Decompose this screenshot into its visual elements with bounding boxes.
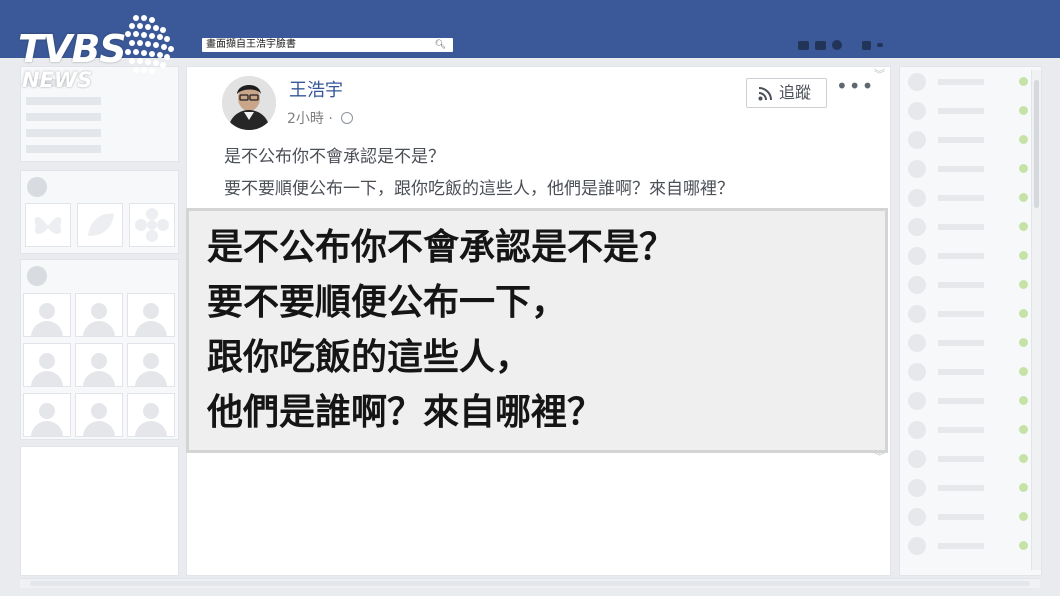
friend-thumbnail[interactable] (23, 393, 71, 437)
photo-thumbnail[interactable] (25, 203, 71, 247)
author-avatar[interactable] (222, 76, 276, 130)
post-time[interactable]: 2小時 (287, 111, 324, 127)
online-status-icon (1019, 251, 1028, 260)
online-status-icon (1019, 367, 1028, 376)
rss-icon (758, 87, 772, 101)
online-status-icon (1019, 512, 1028, 521)
chat-contact[interactable] (908, 187, 1028, 209)
chat-contact[interactable] (908, 361, 1028, 383)
follow-label: 追蹤 (779, 83, 812, 102)
post-meta: 2小時 · (287, 109, 354, 129)
logo-tvbs-text: TVBS (18, 27, 127, 71)
globe-icon (341, 112, 354, 124)
friend-thumbnail[interactable] (23, 343, 71, 387)
meta-dot: · (328, 111, 333, 127)
online-status-icon (1019, 106, 1028, 115)
friends-icon (27, 266, 47, 286)
online-status-icon (1019, 280, 1028, 289)
chat-contact[interactable] (908, 245, 1028, 267)
online-status-icon (1019, 222, 1028, 231)
chevron-down-icon[interactable] (877, 43, 883, 47)
friend-thumbnail[interactable] (75, 343, 123, 387)
logo-news-text: NEWS (22, 68, 93, 92)
chat-contact[interactable] (908, 303, 1028, 325)
chat-contact[interactable] (908, 477, 1028, 499)
online-status-icon (1019, 425, 1028, 434)
online-status-icon (1019, 193, 1028, 202)
online-status-icon (1019, 309, 1028, 318)
account-menu-icon[interactable] (862, 40, 871, 50)
online-status-icon (1019, 454, 1028, 463)
photo-thumbnail[interactable] (129, 203, 175, 247)
friend-thumbnail[interactable] (75, 393, 123, 437)
photo-thumbnail[interactable] (77, 203, 123, 247)
chat-contact[interactable] (908, 274, 1028, 296)
messages-icon[interactable] (815, 40, 826, 50)
search-icon[interactable]: 🔍︎ (435, 39, 446, 51)
online-status-icon (1019, 164, 1028, 173)
horizontal-scrollbar[interactable] (20, 578, 1040, 588)
online-status-icon (1019, 338, 1028, 347)
search-caption: 畫面擷自王浩宇臉書 (206, 39, 296, 50)
friend-thumbnail[interactable] (127, 343, 175, 387)
quote-line-3: 跟你吃飯的這些人， (207, 337, 532, 378)
notifications-icon[interactable] (832, 40, 842, 50)
follow-button[interactable]: 追蹤 (746, 78, 827, 108)
top-nav-icons (798, 38, 883, 52)
quote-callout: 是不公布你不會承認是不是？ 要不要順便公布一下， 跟你吃飯的這些人， 他們是誰啊… (186, 208, 888, 453)
blank-panel (20, 446, 179, 576)
chat-contact[interactable] (908, 419, 1028, 441)
online-status-icon (1019, 483, 1028, 492)
chevron-down-icon: ︾ (874, 68, 885, 81)
online-status-icon (1019, 77, 1028, 86)
friend-thumbnail[interactable] (127, 393, 175, 437)
chat-sidebar (899, 66, 1042, 576)
friends-panel (20, 259, 179, 440)
chat-contact[interactable] (908, 535, 1028, 557)
chat-contact[interactable] (908, 100, 1028, 122)
post-text-line-1: 是不公布你不會承認是不是？ (224, 147, 445, 167)
friend-thumbnail[interactable] (127, 293, 175, 337)
quote-line-1: 是不公布你不會承認是不是？ (207, 227, 676, 268)
post-text-line-2: 要不要順便公布一下，跟你吃飯的這些人，他們是誰啊？來自哪裡？ (224, 179, 734, 199)
chat-contact[interactable] (908, 390, 1028, 412)
friend-thumbnail[interactable] (23, 293, 71, 337)
chat-contact[interactable] (908, 158, 1028, 180)
friends-icon[interactable] (798, 40, 809, 50)
chat-contact[interactable] (908, 506, 1028, 528)
online-status-icon (1019, 135, 1028, 144)
chat-contact[interactable] (908, 129, 1028, 151)
more-options-icon[interactable]: ••• (836, 76, 874, 96)
chat-contact[interactable] (908, 332, 1028, 354)
tvbs-news-logo: TVBS NEWS (18, 12, 178, 96)
author-name[interactable]: 王浩宇 (289, 79, 343, 103)
vertical-scrollbar[interactable] (1031, 70, 1041, 570)
quote-line-4: 他們是誰啊？來自哪裡？ (207, 392, 604, 433)
online-status-icon (1019, 541, 1028, 550)
chat-contact[interactable] (908, 216, 1028, 238)
online-status-icon (1019, 396, 1028, 405)
chat-contact[interactable] (908, 448, 1028, 470)
search-input[interactable]: 畫面擷自王浩宇臉書 🔍︎ (202, 38, 453, 52)
photo-icon (27, 177, 47, 197)
friend-thumbnail[interactable] (75, 293, 123, 337)
quote-line-2: 要不要順便公布一下， (207, 282, 568, 323)
photos-panel (20, 170, 179, 254)
chat-contact[interactable] (908, 71, 1028, 93)
